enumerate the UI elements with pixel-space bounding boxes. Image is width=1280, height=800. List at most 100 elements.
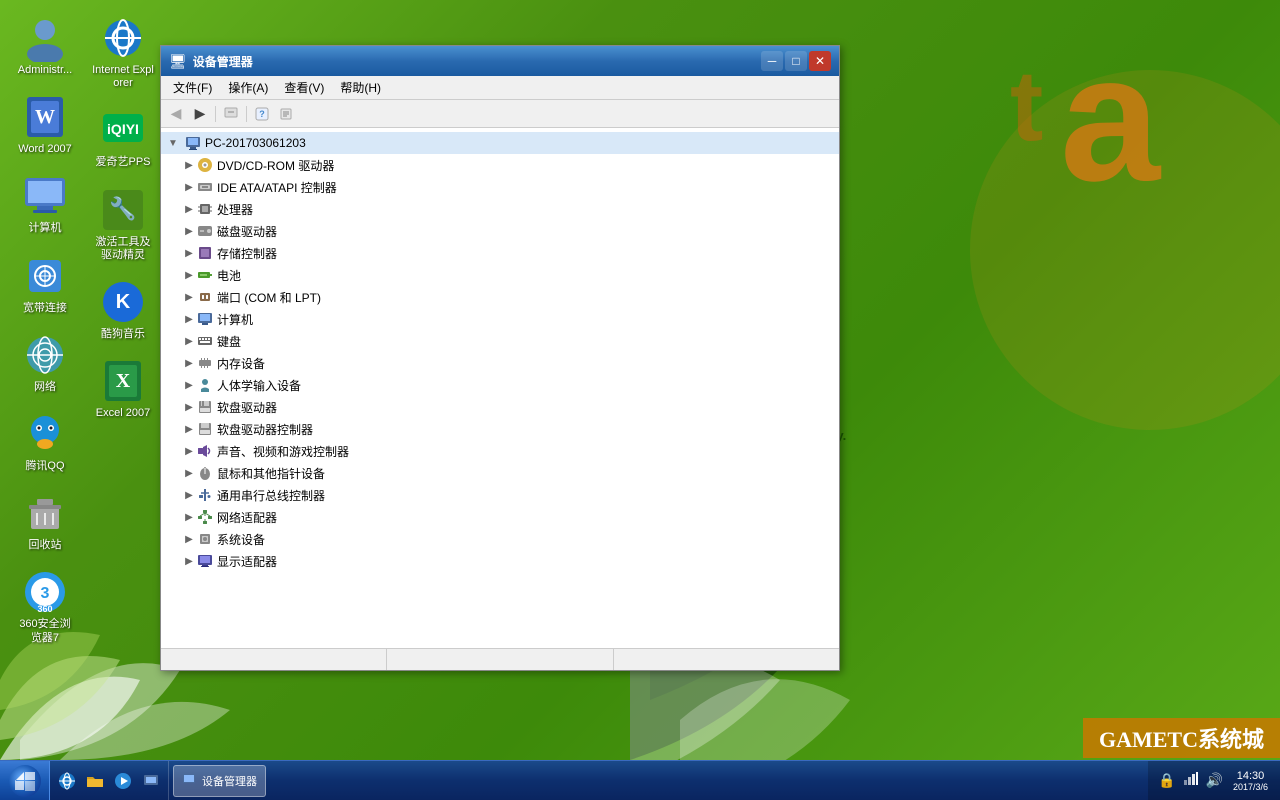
tree-item-storage[interactable]: ▶ 存储控制器 xyxy=(161,242,839,264)
tree-expand-usb[interactable]: ▶ xyxy=(181,487,197,503)
desktop-icon-recycle[interactable]: 回收站 xyxy=(10,485,80,556)
tree-expand-human[interactable]: ▶ xyxy=(181,377,197,393)
tree-expand-keyboard[interactable]: ▶ xyxy=(181,333,197,349)
desktop-icon-computer[interactable]: 计算机 xyxy=(10,168,80,239)
tree-icon-display xyxy=(197,553,213,569)
tree-label-ide: IDE ATA/ATAPI 控制器 xyxy=(217,179,337,196)
quick-devicemgr[interactable] xyxy=(138,768,164,794)
tree-icon-network xyxy=(197,509,213,525)
tree-item-cpu[interactable]: ▶ 处理器 xyxy=(161,198,839,220)
tree-item-usb[interactable]: ▶ 通用串行总线控制器 xyxy=(161,484,839,506)
desktop-icon-tools[interactable]: 🔧 激活工具及驱动精灵 xyxy=(88,182,158,266)
tree-expand-floppyctrl[interactable]: ▶ xyxy=(181,421,197,437)
desktop-icon-word2007[interactable]: W Word 2007 xyxy=(10,89,80,160)
tree-expand-display[interactable]: ▶ xyxy=(181,553,197,569)
tree-expand-cpu[interactable]: ▶ xyxy=(181,201,197,217)
taskbar-item-devmgr[interactable]: 设备管理器 xyxy=(173,765,266,797)
toolbar-back[interactable]: ◀ xyxy=(165,103,187,125)
tree-item-floppyctrl[interactable]: ▶ 软盘驱动器控制器 xyxy=(161,418,839,440)
tree-item-human[interactable]: ▶ 人体学输入设备 xyxy=(161,374,839,396)
tree-icon-port xyxy=(197,289,213,305)
tree-label-sound: 声音、视频和游戏控制器 xyxy=(217,443,349,460)
desktop-icon-network[interactable]: 网络 xyxy=(10,327,80,398)
tree-expand-network[interactable]: ▶ xyxy=(181,509,197,525)
desktop-icon-360browser[interactable]: 3 360 360安全浏览器7 xyxy=(10,564,80,648)
tree-expand-battery[interactable]: ▶ xyxy=(181,267,197,283)
tree-item-sound[interactable]: ▶ 声音、视频和游戏控制器 xyxy=(161,440,839,462)
toolbar-refresh[interactable] xyxy=(220,103,242,125)
quick-ie[interactable] xyxy=(54,768,80,794)
icon-label-qq: 腾讯QQ xyxy=(25,460,64,473)
window-title-icon: 🖥 xyxy=(169,53,187,70)
tree-icon-floppyctrl xyxy=(197,421,213,437)
maximize-button[interactable]: □ xyxy=(785,51,807,71)
tree-item-mouse[interactable]: ▶ 鼠标和其他指针设备 xyxy=(161,462,839,484)
quick-media[interactable] xyxy=(110,768,136,794)
toolbar-properties[interactable] xyxy=(275,103,297,125)
tree-label-pc: 计算机 xyxy=(217,311,253,328)
tray-icon-security[interactable]: 🔒 xyxy=(1156,770,1177,791)
quick-launch xyxy=(50,761,169,800)
tree-expand-storage[interactable]: ▶ xyxy=(181,245,197,261)
svg-text:?: ? xyxy=(259,109,265,119)
tree-label-hdd: 磁盘驱动器 xyxy=(217,223,277,240)
tree-label-port: 端口 (COM 和 LPT) xyxy=(217,289,321,306)
tree-item-port[interactable]: ▶ 端口 (COM 和 LPT) xyxy=(161,286,839,308)
tree-icon-cpu xyxy=(197,201,213,217)
tree-item-system[interactable]: ▶ 系统设备 xyxy=(161,528,839,550)
close-button[interactable]: ✕ xyxy=(809,51,831,71)
tree-item-memory[interactable]: ▶ 内存设备 xyxy=(161,352,839,374)
windows-orb xyxy=(9,765,41,797)
tree-root[interactable]: ▼ PC-201703061203 xyxy=(161,132,839,154)
desktop-icon-ie[interactable]: Internet Explorer xyxy=(88,10,158,94)
desktop-icon-broadband[interactable]: 宽带连接 xyxy=(10,248,80,319)
start-button[interactable] xyxy=(0,761,50,800)
desktop-icon-admin[interactable]: Administr... xyxy=(10,10,80,81)
tree-expand-sound[interactable]: ▶ xyxy=(181,443,197,459)
icon-label-360browser: 360安全浏览器7 xyxy=(14,618,76,644)
toolbar-forward[interactable]: ▶ xyxy=(189,103,211,125)
toolbar-help[interactable]: ? xyxy=(251,103,273,125)
svg-text:t: t xyxy=(1010,50,1043,162)
tree-item-ide[interactable]: ▶ IDE ATA/ATAPI 控制器 xyxy=(161,176,839,198)
menu-file[interactable]: 文件(F) xyxy=(165,77,220,98)
tree-item-floppy[interactable]: ▶ 软盘驱动器 xyxy=(161,396,839,418)
tree-label-human: 人体学输入设备 xyxy=(217,377,301,394)
minimize-button[interactable]: ─ xyxy=(761,51,783,71)
tree-label-system: 系统设备 xyxy=(217,531,265,548)
tree-expand-ide[interactable]: ▶ xyxy=(181,179,197,195)
window-content[interactable]: ▼ PC-201703061203 ▶ xyxy=(161,128,839,648)
window-titlebar[interactable]: 🖥 设备管理器 ─ □ ✕ xyxy=(161,46,839,76)
tree-expand-mouse[interactable]: ▶ xyxy=(181,465,197,481)
icon-label-kugou: 酷狗音乐 xyxy=(101,328,145,341)
desktop-icon-excel2007[interactable]: X Excel 2007 xyxy=(88,353,158,424)
tree-expand-hdd[interactable]: ▶ xyxy=(181,223,197,239)
tray-time[interactable]: 14:30 2017/3/6 xyxy=(1229,770,1272,792)
menu-help[interactable]: 帮助(H) xyxy=(332,77,389,98)
tree-expand-system[interactable]: ▶ xyxy=(181,531,197,547)
tree-item-keyboard[interactable]: ▶ 键盘 xyxy=(161,330,839,352)
tree-item-battery[interactable]: ▶ 电池 xyxy=(161,264,839,286)
desktop-icon-kugou[interactable]: K 酷狗音乐 xyxy=(88,274,158,345)
tray-icon-network[interactable] xyxy=(1182,770,1200,791)
tree-expand-dvd[interactable]: ▶ xyxy=(181,157,197,173)
desktop-icon-iqiyi[interactable]: iQIYI 爱奇艺PPS xyxy=(88,102,158,173)
tree-item-pc[interactable]: ▶ 计算机 xyxy=(161,308,839,330)
menu-view[interactable]: 查看(V) xyxy=(276,77,332,98)
tree-label-floppyctrl: 软盘驱动器控制器 xyxy=(217,421,313,438)
taskbar-icon-devmgr xyxy=(182,773,198,789)
menu-action[interactable]: 操作(A) xyxy=(220,77,276,98)
tree-item-hdd[interactable]: ▶ 磁盘驱动器 xyxy=(161,220,839,242)
tree-expand-port[interactable]: ▶ xyxy=(181,289,197,305)
tree-item-dvd[interactable]: ▶ DVD/CD-ROM 驱动器 xyxy=(161,154,839,176)
tree-item-network[interactable]: ▶ 网络适配器 xyxy=(161,506,839,528)
tree-item-display[interactable]: ▶ 显示适配器 xyxy=(161,550,839,572)
tray-icon-volume[interactable]: 🔊 xyxy=(1204,770,1225,791)
tree-expand-root[interactable]: ▼ xyxy=(165,135,181,151)
tree-root-label: PC-201703061203 xyxy=(205,136,306,150)
tree-expand-floppy[interactable]: ▶ xyxy=(181,399,197,415)
quick-folder[interactable] xyxy=(82,768,108,794)
tree-expand-pc[interactable]: ▶ xyxy=(181,311,197,327)
tree-expand-memory[interactable]: ▶ xyxy=(181,355,197,371)
desktop-icon-qq[interactable]: 腾讯QQ xyxy=(10,406,80,477)
